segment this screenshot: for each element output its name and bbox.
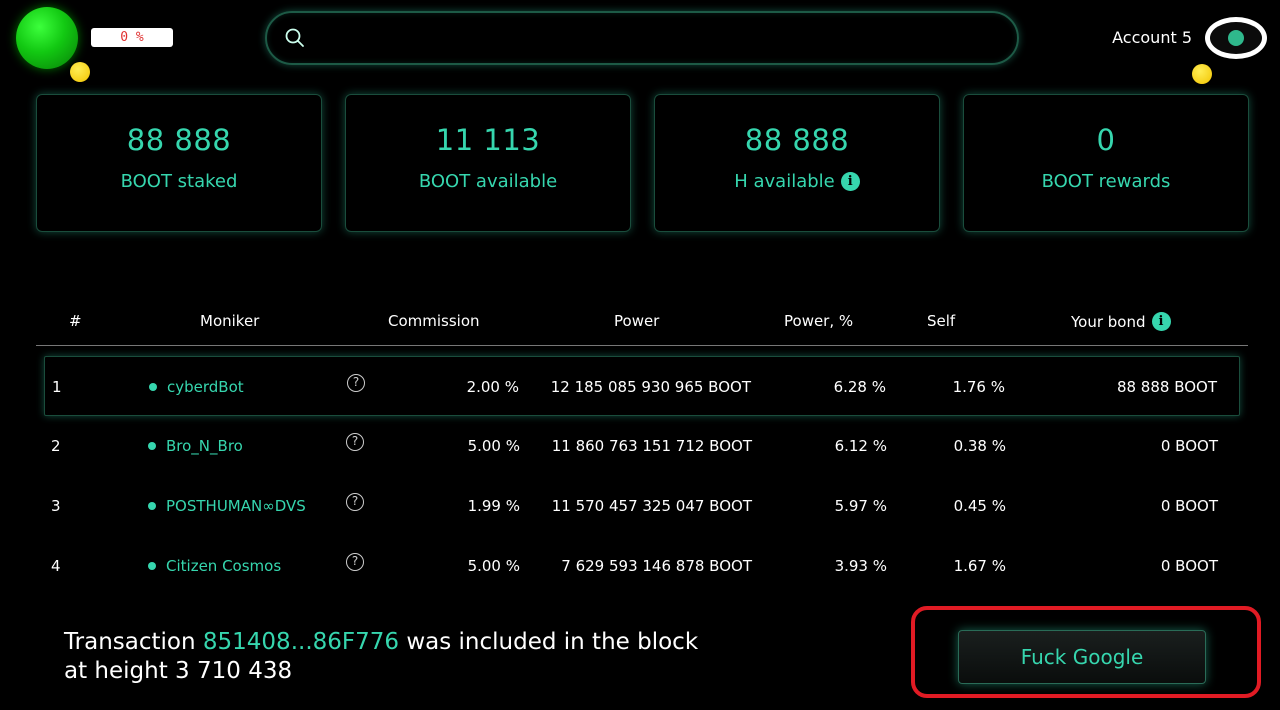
- search-icon: [285, 28, 304, 47]
- table-row[interactable]: 4 Citizen Cosmos ? 5.00 % 7 629 593 146 …: [44, 536, 1240, 596]
- table-row[interactable]: 3 POSTHUMAN∞DVS ? 1.99 % 11 570 457 325 …: [44, 476, 1240, 536]
- stat-value: 11 113: [435, 123, 541, 157]
- power-value: 11 860 763 151 712 BOOT: [551, 437, 752, 455]
- row-index: 3: [51, 497, 61, 515]
- stat-label-text: BOOT rewards: [1041, 171, 1171, 192]
- status-dot-icon: [149, 383, 157, 391]
- info-icon[interactable]: i: [840, 172, 860, 191]
- power-value: 11 570 457 325 047 BOOT: [551, 497, 752, 515]
- stat-value: 0: [1096, 123, 1116, 157]
- moniker-text: Bro_N_Bro: [166, 437, 243, 455]
- self-value: 1.76 %: [952, 378, 1005, 396]
- table-row[interactable]: 1 cyberdBot ? 2.00 % 12 185 085 930 965 …: [44, 356, 1240, 416]
- app-root: 0 % Account 5 88 888 BOOT staked 11 113 …: [0, 0, 1280, 710]
- stat-value: 88 888: [126, 123, 232, 157]
- tx-height: at height 3 710 438: [64, 658, 293, 684]
- stat-label: H available i: [655, 171, 939, 192]
- your-bond-value: 0 BOOT: [1160, 497, 1218, 515]
- stat-card-h-available: 88 888 H available i: [654, 94, 940, 232]
- status-dot-icon: [148, 562, 156, 570]
- info-icon[interactable]: i: [1151, 312, 1171, 331]
- question-icon[interactable]: ?: [346, 553, 364, 571]
- stat-value: 88 888: [744, 123, 850, 157]
- row-index: 2: [51, 437, 61, 455]
- power-value: 12 185 085 930 965 BOOT: [550, 378, 751, 396]
- validator-moniker[interactable]: cyberdBot: [149, 378, 244, 396]
- tx-middle: was included in the block: [399, 629, 699, 655]
- question-icon[interactable]: ?: [346, 433, 364, 451]
- power-percent-value: 3.93 %: [834, 557, 887, 575]
- progress-percent-badge: 0 %: [91, 28, 173, 47]
- stat-label-text: BOOT available: [418, 171, 558, 192]
- moniker-text: cyberdBot: [167, 378, 244, 396]
- question-icon[interactable]: ?: [346, 493, 364, 511]
- moniker-text: Citizen Cosmos: [166, 557, 282, 575]
- stat-label: BOOT rewards: [964, 171, 1248, 192]
- status-dot-icon: [148, 502, 156, 510]
- status-dot-icon: [148, 442, 156, 450]
- col-header-moniker[interactable]: Moniker: [200, 312, 259, 330]
- search-input[interactable]: [305, 13, 1017, 63]
- tx-hash-link[interactable]: 851408...86F776: [203, 629, 399, 655]
- stat-card-boot-available: 11 113 BOOT available: [345, 94, 631, 232]
- network-indicator-dot: [70, 62, 90, 82]
- validator-moniker[interactable]: POSTHUMAN∞DVS: [148, 497, 306, 515]
- stat-card-boot-rewards: 0 BOOT rewards: [963, 94, 1249, 232]
- stat-label: BOOT available: [346, 171, 630, 192]
- validators-table-header: # Moniker Commission Power Power, % Self…: [36, 304, 1248, 346]
- transaction-notification: Transaction 851408...86F776 was included…: [64, 628, 764, 686]
- self-value: 1.67 %: [953, 557, 1006, 575]
- power-value: 7 629 593 146 878 BOOT: [561, 557, 752, 575]
- row-index: 1: [52, 378, 62, 396]
- account-name[interactable]: Account 5: [1112, 28, 1192, 47]
- stat-label: BOOT staked: [37, 171, 321, 192]
- self-value: 0.45 %: [953, 497, 1006, 515]
- col-header-index: #: [69, 312, 82, 330]
- col-header-your-bond[interactable]: Your bond i: [1071, 312, 1171, 331]
- eye-icon: [1210, 22, 1262, 54]
- table-row[interactable]: 2 Bro_N_Bro ? 5.00 % 11 860 763 151 712 …: [44, 416, 1240, 476]
- eye-pupil: [1228, 30, 1244, 46]
- question-icon[interactable]: ?: [347, 374, 365, 392]
- stat-label-text: BOOT staked: [120, 171, 238, 192]
- col-header-your-bond-label: Your bond: [1071, 312, 1146, 331]
- action-button[interactable]: Fuck Google: [958, 630, 1206, 684]
- col-header-power-pct[interactable]: Power, %: [784, 312, 853, 330]
- row-index: 4: [51, 557, 61, 575]
- col-header-power[interactable]: Power: [614, 312, 659, 330]
- stat-card-boot-staked: 88 888 BOOT staked: [36, 94, 322, 232]
- tx-prefix: Transaction: [64, 629, 203, 655]
- commission-value: 1.99 %: [467, 497, 520, 515]
- your-bond-value: 88 888 BOOT: [1116, 378, 1217, 396]
- self-value: 0.38 %: [953, 437, 1006, 455]
- network-status-orb[interactable]: [16, 7, 78, 69]
- your-bond-value: 0 BOOT: [1160, 557, 1218, 575]
- col-header-commission[interactable]: Commission: [388, 312, 480, 330]
- validator-moniker[interactable]: Citizen Cosmos: [148, 557, 281, 575]
- power-percent-value: 6.12 %: [834, 437, 887, 455]
- search-bar[interactable]: [265, 11, 1019, 65]
- commission-value: 5.00 %: [467, 437, 520, 455]
- validator-moniker[interactable]: Bro_N_Bro: [148, 437, 243, 455]
- power-percent-value: 5.97 %: [834, 497, 887, 515]
- account-indicator-dot: [1192, 64, 1212, 84]
- avatar[interactable]: [1205, 17, 1267, 59]
- commission-value: 5.00 %: [467, 557, 520, 575]
- moniker-text: POSTHUMAN∞DVS: [166, 497, 306, 515]
- col-header-self[interactable]: Self: [927, 312, 955, 330]
- power-percent-value: 6.28 %: [833, 378, 886, 396]
- stat-label-text: H available: [734, 171, 835, 192]
- your-bond-value: 0 BOOT: [1160, 437, 1218, 455]
- commission-value: 2.00 %: [466, 378, 519, 396]
